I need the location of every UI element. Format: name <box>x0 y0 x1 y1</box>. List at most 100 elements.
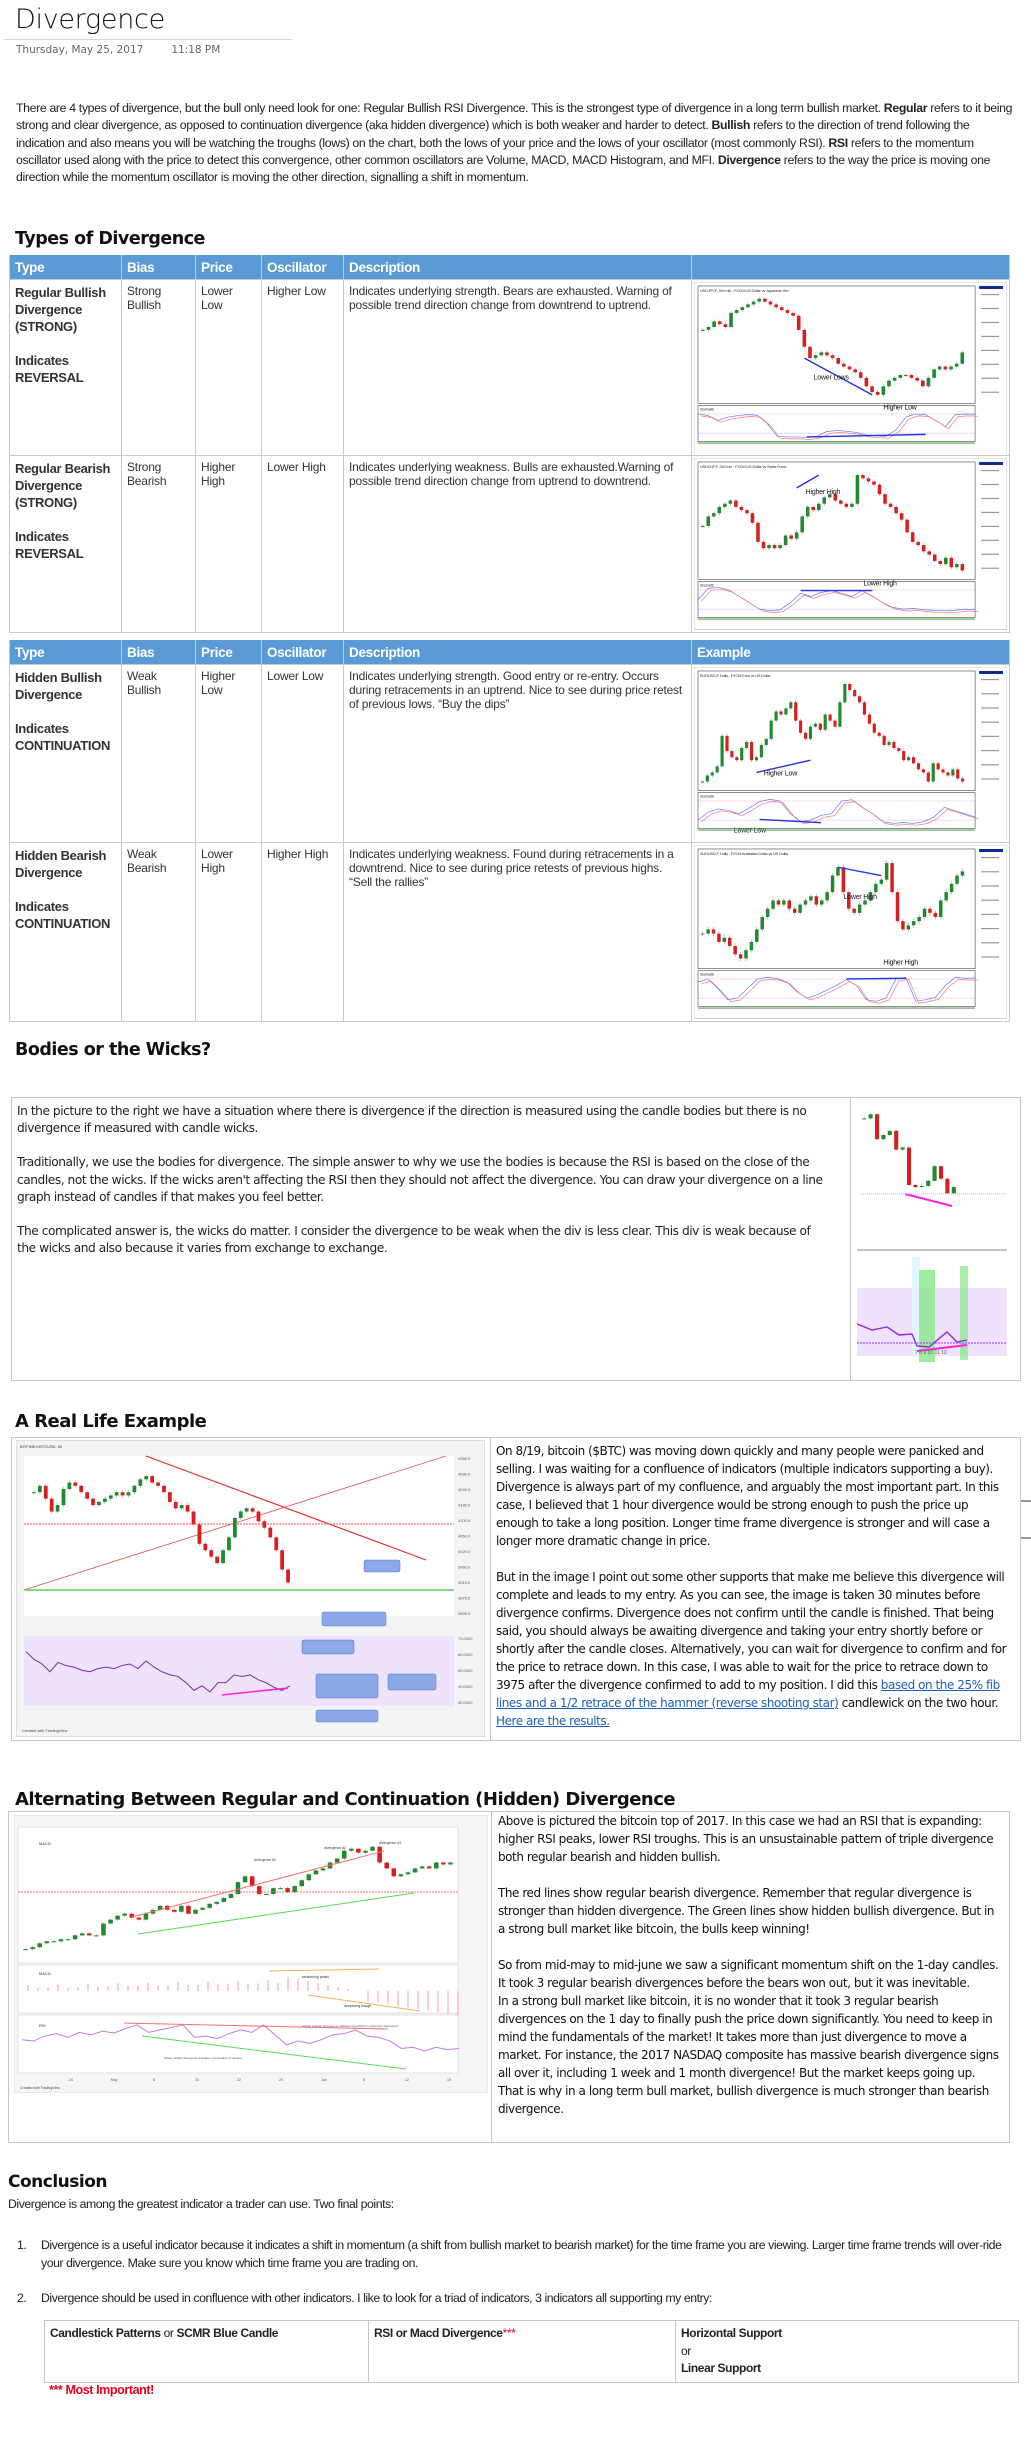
candle-body <box>750 513 755 524</box>
candle-body <box>784 708 788 715</box>
page-edge-mark <box>1021 1537 1031 1539</box>
list-item: 1. Divergence is a useful indicator becau… <box>8 2237 1008 2272</box>
candle-body <box>887 741 891 745</box>
candle-body <box>193 1909 198 1914</box>
results-link[interactable]: Here are the results. <box>496 1714 610 1728</box>
candle-body <box>961 778 965 782</box>
x-tick: 8 <box>153 2078 155 2082</box>
candle-body <box>733 946 737 955</box>
rsi-tick: 30.0000 <box>458 1700 473 1705</box>
candle-body <box>79 1485 84 1493</box>
candle-body <box>941 769 945 773</box>
price-tick: 4100.0 <box>458 1518 471 1523</box>
oscillator-cell: Lower Low <box>261 663 344 844</box>
candle-body <box>171 1909 177 1912</box>
candle-body <box>890 863 894 893</box>
axis-tick <box>981 307 1000 310</box>
candle-body <box>938 1166 944 1179</box>
conclusion-intro: Divergence is among the greatest indicat… <box>8 2197 394 2211</box>
candle-body <box>150 1476 155 1483</box>
chart-title: USDJPY,F, 240 min - FXCM US Dollar vs Ja… <box>700 288 789 293</box>
page-datetime: Thursday, May 25, 2017 11:18 PM <box>16 44 220 56</box>
axis-tick <box>981 721 1000 723</box>
candle-body <box>779 307 784 311</box>
candle-body <box>842 363 846 367</box>
candle-body <box>901 921 905 930</box>
conclusion-points: 1. Divergence is a useful indicator becau… <box>8 2237 1008 2308</box>
real-life-box: BITFINEX:BTCUSD, 60 4360.0 4280.0 4240.0 418… <box>11 1437 1021 1741</box>
candle-body <box>774 304 778 308</box>
candle-body <box>200 1907 205 1910</box>
candle-body <box>738 954 743 959</box>
candle-body <box>405 1872 411 1875</box>
candle-body <box>825 352 829 356</box>
candle-body <box>114 1492 119 1496</box>
candle-body <box>122 1913 127 1916</box>
candle-body <box>271 1888 276 1895</box>
candle-body <box>349 1848 354 1851</box>
col-header-price: Price <box>195 255 262 280</box>
candle-body <box>728 500 733 505</box>
x-tick: 24 <box>69 2078 73 2082</box>
x-tick: 15 <box>195 2078 199 2082</box>
candle-body <box>844 504 849 508</box>
triad-table: Candlestick Patterns or SCMR Blue Candle… <box>44 2320 1019 2383</box>
annotation-callout <box>363 1559 401 1573</box>
candle-body <box>791 312 795 316</box>
axis-tick <box>981 956 1000 959</box>
candle-body <box>951 1187 956 1194</box>
axis-tick <box>981 693 1000 695</box>
candle-body <box>800 516 804 533</box>
axis-tick <box>981 900 1000 902</box>
candle-body <box>776 900 781 906</box>
candle-body <box>712 321 716 328</box>
candle-body <box>244 1508 249 1512</box>
candle-body <box>256 1886 262 1895</box>
time-axis <box>697 1007 976 1010</box>
candle-body <box>872 481 876 486</box>
candle-body <box>745 741 749 749</box>
intro-paragraph: There are 4 types of divergence, but the… <box>16 100 1016 186</box>
candle-body <box>723 504 727 508</box>
price-divergence-label: Higher Low <box>764 771 798 778</box>
axis-tick <box>981 871 1000 873</box>
candle-body <box>274 1537 279 1551</box>
candle-body <box>706 929 710 935</box>
axis-tick <box>981 349 1000 351</box>
oscillator-divergence-label: Lower High <box>863 581 897 588</box>
candle-body <box>706 516 711 527</box>
conclusion-heading: Conclusion <box>8 2172 108 2192</box>
candle-body <box>900 1147 905 1150</box>
real-life-paragraph: But in the image I point out some other … <box>496 1568 1011 1730</box>
candle-body <box>785 310 790 313</box>
alternating-paragraph: Above is pictured the bitcoin top of 201… <box>498 1814 994 1864</box>
candle-body <box>186 1905 191 1914</box>
axis-tick <box>981 678 1000 681</box>
candle-body <box>926 377 931 387</box>
x-tick: 22 <box>237 2078 241 2082</box>
annotation: regular bearish divergence indicates rev… <box>302 2024 398 2028</box>
candle-body <box>916 763 921 770</box>
candle-body <box>717 321 722 325</box>
candle-body <box>191 1511 196 1525</box>
candle-body <box>928 909 932 914</box>
candle-body <box>823 714 827 730</box>
candle-body <box>862 702 867 715</box>
time-axis-labels: 7 8 9 10 11 12 <box>915 1350 947 1356</box>
price-cell: Lower Low <box>195 278 262 457</box>
axis-tick <box>981 778 1000 780</box>
price-tick: 4360.0 <box>458 1456 471 1461</box>
candle-body <box>911 921 916 926</box>
candle-body <box>292 1886 297 1893</box>
candle-body <box>808 346 812 359</box>
candle-body <box>767 545 771 549</box>
description-cell: Indicates underlying weakness. Bulls are… <box>343 455 692 633</box>
chart-header: BITFINEX:BTCUSD, 60 <box>20 1444 63 1449</box>
candle-body <box>761 542 766 549</box>
table-row: Regular Bullish Divergence (STRONG) Indi… <box>9 278 1010 457</box>
candle-body <box>857 905 862 914</box>
candle-body <box>700 526 705 528</box>
candle-body <box>264 1894 269 1896</box>
alternating-heading: Alternating Between Regular and Continua… <box>15 1789 676 1810</box>
candle-body <box>730 751 734 758</box>
